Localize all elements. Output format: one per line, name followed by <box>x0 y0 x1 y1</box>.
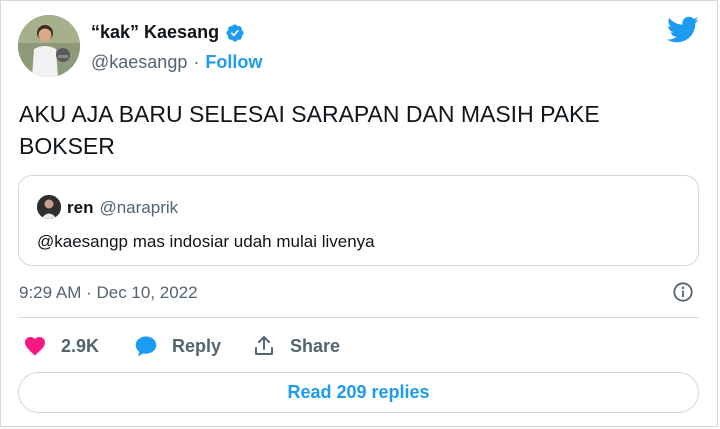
quoted-author-name: ren <box>67 198 94 217</box>
avatar-photo <box>18 15 80 77</box>
timestamp[interactable]: 9:29 AM · Dec 10, 2022 <box>19 283 198 303</box>
author-handle-row: @kaesangp · Follow <box>91 52 262 73</box>
share-button[interactable]: Share <box>252 334 340 358</box>
quoted-avatar-photo <box>37 195 61 219</box>
quoted-avatar[interactable] <box>37 195 61 219</box>
divider <box>18 317 699 318</box>
verified-badge-icon <box>226 23 244 42</box>
quoted-author-handle: @naraprik <box>99 198 179 217</box>
avatar[interactable] <box>18 15 80 77</box>
read-replies-button[interactable]: Read 209 replies <box>18 372 699 413</box>
quoted-tweet[interactable]: ren @naraprik @kaesangp mas indosiar uda… <box>18 175 699 266</box>
like-button[interactable]: 2.9K <box>23 334 99 358</box>
reply-button[interactable]: Reply <box>134 334 221 358</box>
like-count: 2.9K <box>61 335 100 356</box>
info-icon[interactable] <box>672 281 694 303</box>
heart-icon <box>25 337 45 356</box>
reply-bubble-icon <box>135 336 157 357</box>
quoted-tweet-text: @kaesangp mas indosiar udah mulai liveny… <box>37 232 375 251</box>
author-name-row: “kak” Kaesang <box>91 22 245 43</box>
author-handle[interactable]: @kaesangp <box>91 52 187 73</box>
share-icon <box>255 336 273 355</box>
author-name[interactable]: “kak” Kaesang <box>91 22 219 43</box>
quoted-header: ren @naraprik <box>67 198 178 218</box>
reply-label: Reply <box>172 335 222 356</box>
tweet-text: AKU AJA BARU SELESAI SARAPAN DAN MASIH P… <box>19 101 607 159</box>
share-label: Share <box>290 335 341 356</box>
separator-dot: · <box>193 52 200 72</box>
tweet-embed-card: “kak” Kaesang @kaesangp · Follow AKU AJA… <box>0 0 718 427</box>
follow-button[interactable]: Follow <box>205 52 262 73</box>
twitter-bird-icon[interactable] <box>667 16 699 44</box>
